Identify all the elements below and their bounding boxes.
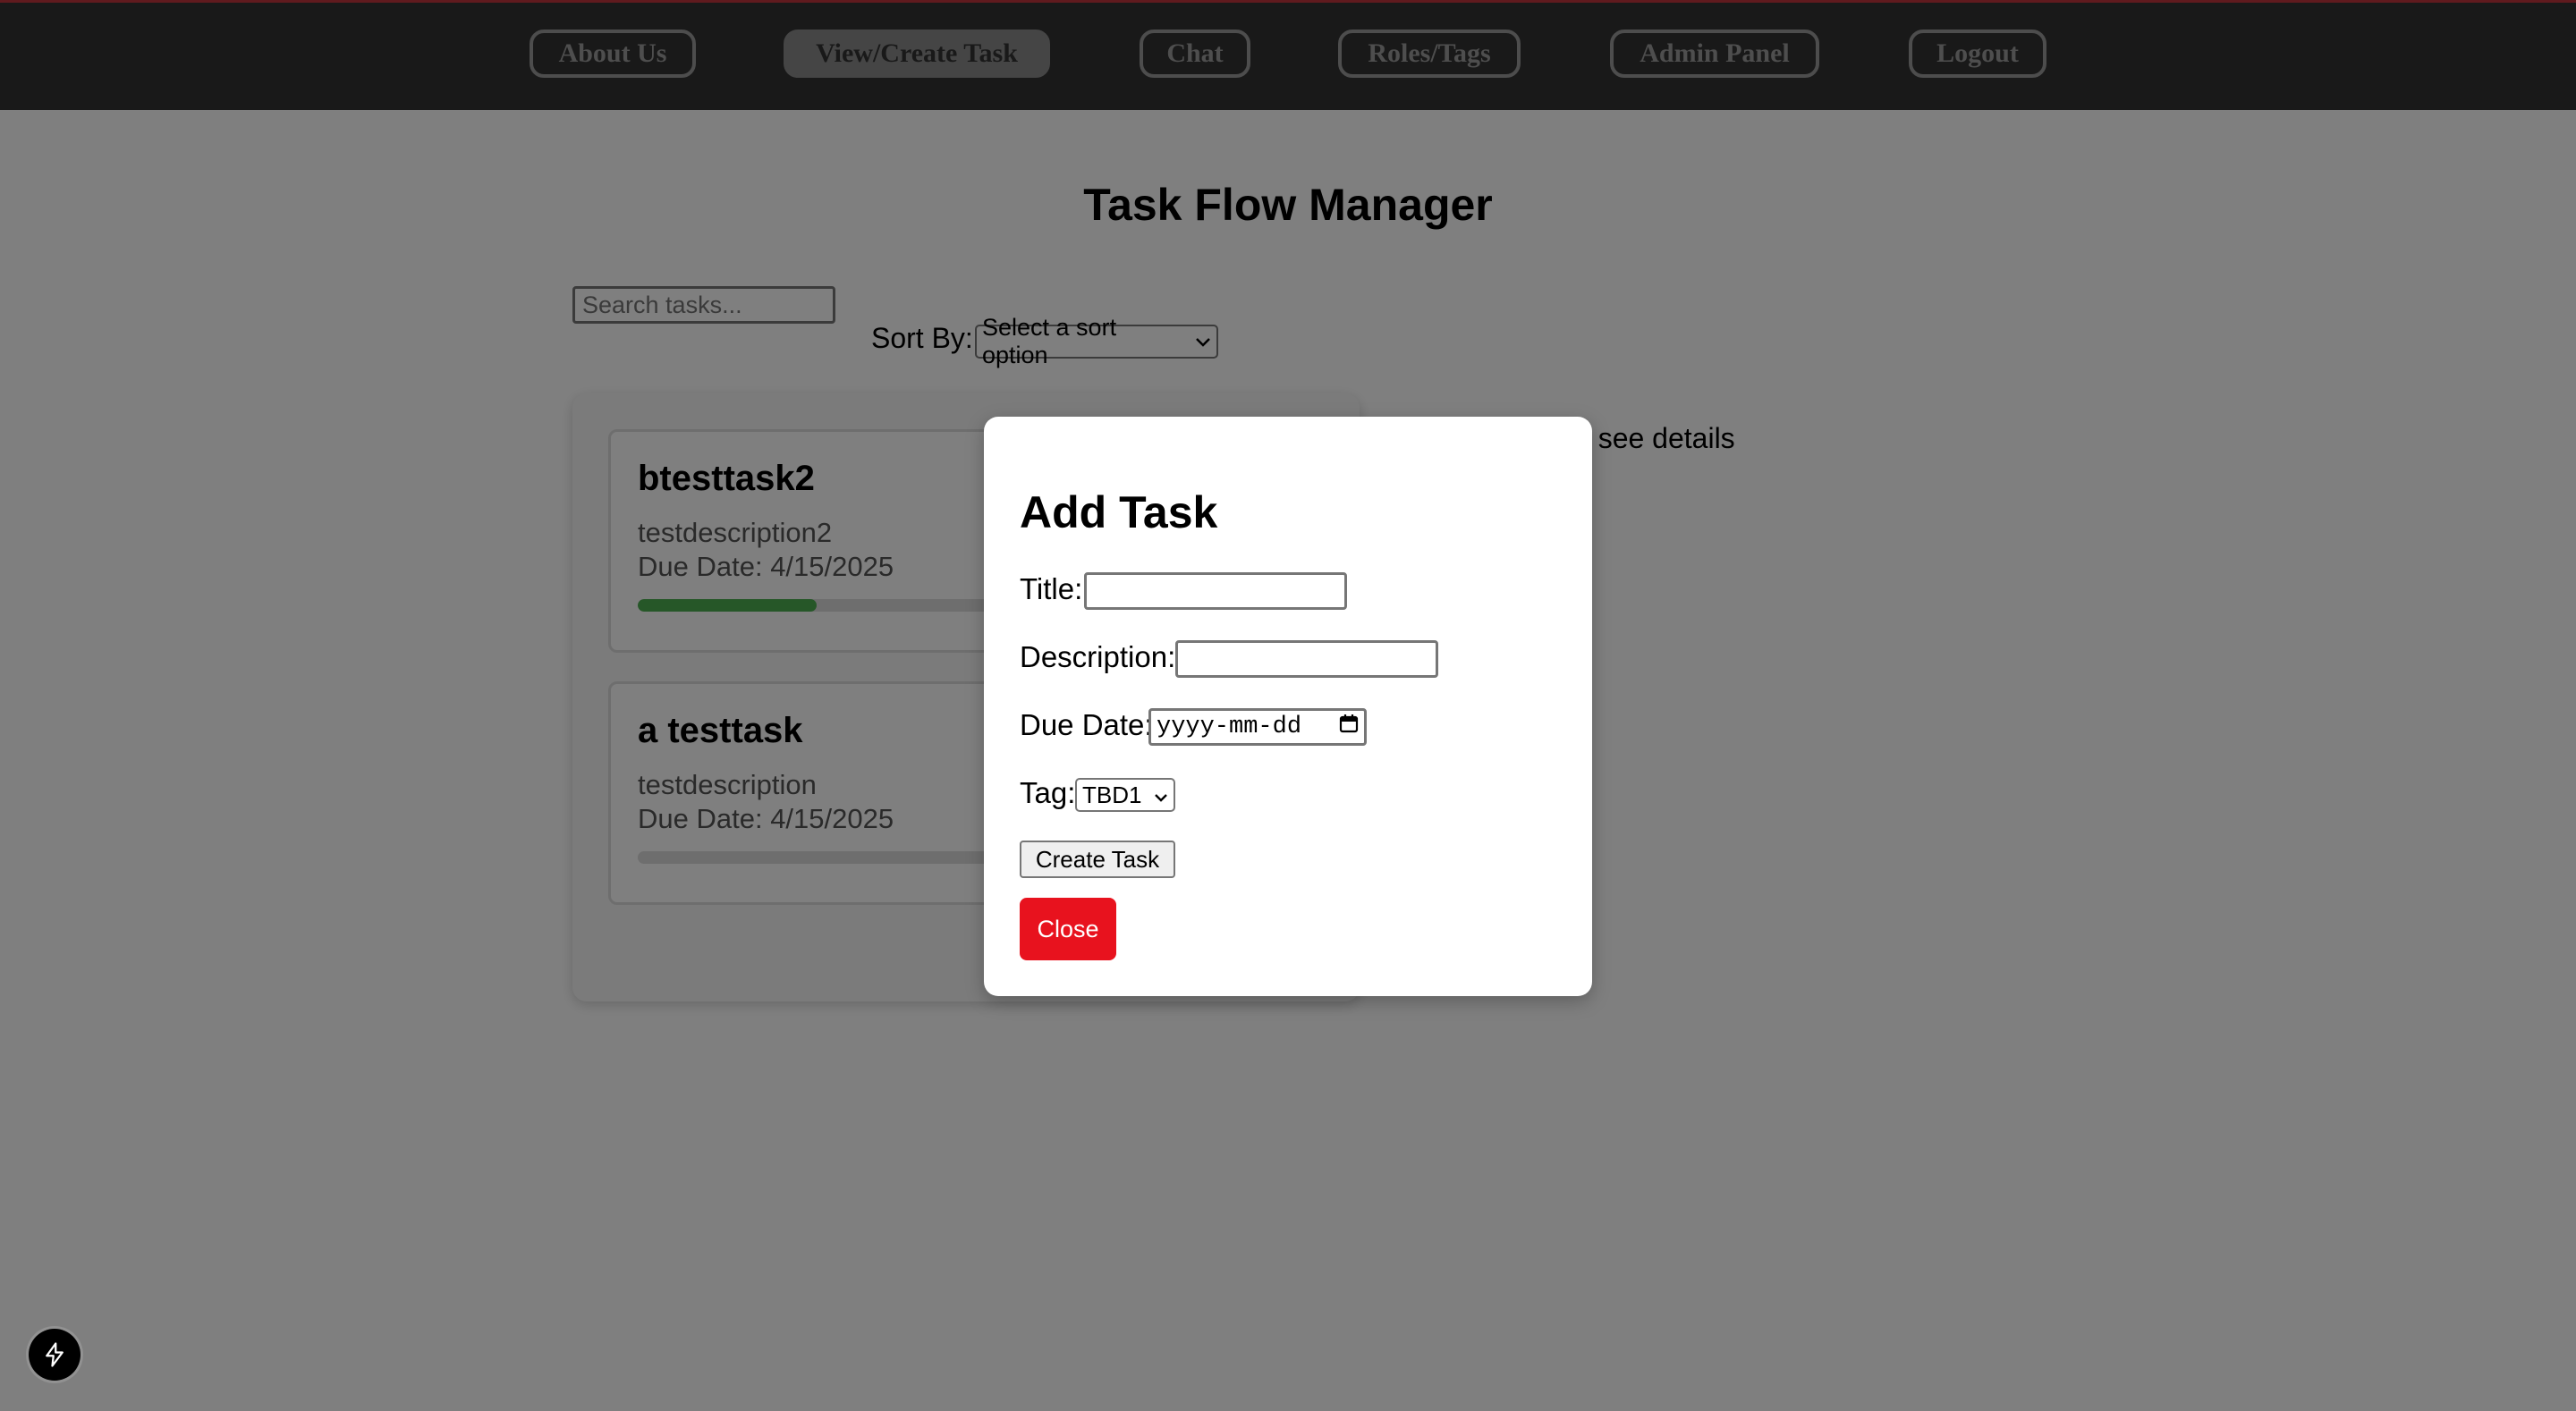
description-input[interactable] <box>1175 640 1438 678</box>
chevron-down-icon <box>1154 782 1168 809</box>
add-task-modal: Add Task Title: Description: Due Date: y… <box>984 417 1592 996</box>
tag-label: Tag: <box>1020 776 1076 809</box>
title-label: Title: <box>1020 572 1083 605</box>
tag-select[interactable]: TBD1 <box>1075 778 1175 812</box>
due-date-input[interactable]: yyyy-mm-dd <box>1148 708 1367 746</box>
create-task-button[interactable]: Create Task <box>1020 841 1175 878</box>
due-date-label: Due Date: <box>1020 708 1153 741</box>
lightning-icon[interactable] <box>29 1329 80 1381</box>
modal-heading: Add Task <box>1020 487 1218 537</box>
tag-selected-value: TBD1 <box>1082 781 1142 808</box>
close-button[interactable]: Close <box>1020 898 1116 960</box>
description-label: Description: <box>1020 640 1176 673</box>
calendar-icon[interactable] <box>1339 714 1359 741</box>
due-date-placeholder: yyyy-mm-dd <box>1157 714 1302 740</box>
title-input[interactable] <box>1084 572 1347 610</box>
